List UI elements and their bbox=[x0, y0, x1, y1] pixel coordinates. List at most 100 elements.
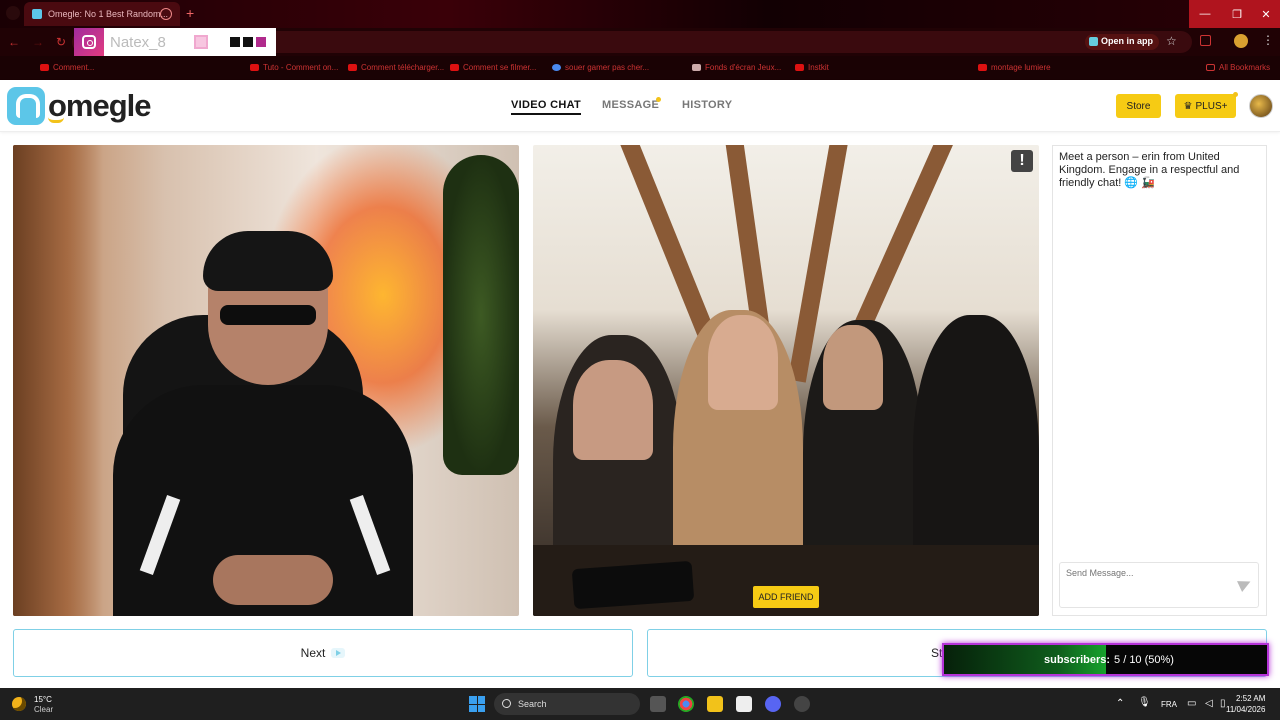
subscriber-goal-overlay: subscribers: 5 / 10 (50%) bbox=[942, 643, 1269, 676]
open-in-app-button[interactable]: Open in app bbox=[1085, 34, 1160, 50]
file-explorer-icon[interactable] bbox=[707, 696, 723, 712]
temperature[interactable]: 15°C bbox=[34, 695, 52, 704]
folder-icon bbox=[1206, 64, 1215, 71]
browser-tab-bar: Omegle: No 1 Best Random... + — ❐ ✕ bbox=[0, 0, 1280, 28]
face bbox=[573, 360, 653, 460]
google-icon bbox=[552, 64, 561, 71]
windows-start-icon[interactable] bbox=[469, 696, 485, 712]
remote-video bbox=[533, 145, 1039, 616]
chat-panel bbox=[1052, 145, 1267, 616]
bookmark-item[interactable]: Comment télécharger... bbox=[348, 63, 444, 72]
bookmark-item[interactable]: montage lumiere bbox=[978, 63, 1051, 72]
menu-icon[interactable]: ⋮ bbox=[1262, 33, 1274, 47]
chrome-icon[interactable] bbox=[678, 696, 694, 712]
plus-notification-dot bbox=[1233, 92, 1238, 97]
youtube-icon bbox=[250, 64, 259, 71]
tab-title: Omegle: No 1 Best Random... bbox=[48, 9, 169, 19]
youtube-icon bbox=[795, 64, 804, 71]
nav-video-chat[interactable]: VIDEO CHAT bbox=[511, 99, 582, 115]
add-friend-button[interactable]: ADD FRIEND bbox=[753, 586, 819, 608]
curtain bbox=[13, 145, 103, 616]
bookmark-item[interactable]: Fonds d'écran Jeux... bbox=[692, 63, 781, 72]
weather-moon-icon[interactable] bbox=[12, 697, 26, 711]
extension-icon[interactable] bbox=[1200, 35, 1211, 46]
instagram-overlay: Natex_8 bbox=[74, 28, 276, 56]
all-bookmarks[interactable]: All Bookmarks bbox=[1206, 63, 1270, 72]
local-video bbox=[13, 145, 519, 616]
overlay-square bbox=[243, 37, 253, 47]
subscriber-label: subscribers: bbox=[1044, 653, 1111, 666]
reload-icon[interactable]: ↻ bbox=[56, 35, 66, 49]
chat-intro-message: Meet a person – erin from United Kingdom… bbox=[1059, 151, 1240, 189]
plus-label: PLUS+ bbox=[1195, 100, 1228, 112]
weather-condition[interactable]: Clear bbox=[34, 705, 53, 714]
battery-icon[interactable]: ▯ bbox=[1220, 698, 1226, 709]
overlay-decoration bbox=[194, 35, 208, 49]
bookmark-item[interactable]: Comment se filmer... bbox=[450, 63, 536, 72]
hands bbox=[213, 555, 333, 605]
streamer bbox=[103, 231, 423, 616]
face bbox=[823, 325, 883, 410]
omegle-logo-icon[interactable] bbox=[7, 87, 45, 125]
face bbox=[708, 315, 778, 410]
next-button[interactable]: Next bbox=[13, 629, 633, 677]
search-label: Search bbox=[518, 699, 547, 709]
bookmarks-bar: Comment... Tuto - Comment on... Comment … bbox=[0, 56, 1280, 80]
network-icon[interactable]: ▭ bbox=[1187, 698, 1196, 709]
language-indicator[interactable]: FRA bbox=[1161, 700, 1177, 709]
next-label: Next bbox=[300, 646, 326, 660]
subscriber-count: 5 / 10 (50%) bbox=[1114, 653, 1174, 666]
nav-message[interactable]: MESSAGE bbox=[602, 99, 659, 111]
hair bbox=[203, 231, 333, 291]
overlay-square bbox=[230, 37, 240, 47]
youtube-icon bbox=[450, 64, 459, 71]
obs-icon[interactable] bbox=[794, 696, 810, 712]
sunglasses bbox=[220, 305, 316, 325]
plant bbox=[443, 155, 519, 475]
tab-close-icon[interactable] bbox=[160, 8, 172, 20]
close-window-button[interactable]: ✕ bbox=[1252, 0, 1280, 28]
bookmark-item[interactable]: Tuto - Comment on... bbox=[250, 63, 338, 72]
minimize-button[interactable]: — bbox=[1189, 0, 1221, 28]
bookmark-item[interactable]: souer gamer pas cher... bbox=[552, 63, 649, 72]
store-app-icon[interactable] bbox=[736, 696, 752, 712]
volume-icon[interactable]: ◁ bbox=[1205, 698, 1213, 709]
windows-taskbar bbox=[0, 688, 1280, 720]
star-icon[interactable]: ☆ bbox=[1166, 34, 1177, 48]
task-view-icon[interactable] bbox=[650, 696, 666, 712]
chevron-up-icon[interactable]: ⌃ bbox=[1116, 698, 1124, 709]
instagram-handle: Natex_8 bbox=[110, 33, 166, 51]
chat-input-box[interactable] bbox=[1059, 562, 1259, 608]
message-notification-dot bbox=[656, 97, 661, 102]
nav-history[interactable]: HISTORY bbox=[682, 99, 732, 111]
microphone-icon[interactable]: 🎙 bbox=[1138, 697, 1151, 708]
youtube-icon bbox=[348, 64, 357, 71]
restore-button[interactable]: ❐ bbox=[1221, 0, 1253, 28]
back-icon[interactable]: ← bbox=[8, 35, 20, 49]
browser-tab[interactable]: Omegle: No 1 Best Random... bbox=[24, 2, 180, 26]
message-input[interactable] bbox=[1066, 568, 1226, 578]
profile-avatar-icon[interactable] bbox=[1234, 34, 1248, 48]
youtube-icon bbox=[40, 64, 49, 71]
instagram-icon bbox=[74, 28, 104, 56]
plus-button[interactable]: ♛ PLUS+ bbox=[1175, 94, 1236, 118]
clock-date[interactable]: 11/04/2026 bbox=[1226, 705, 1265, 714]
phone bbox=[571, 560, 695, 610]
bookmark-item[interactable]: Instkit bbox=[795, 63, 829, 72]
new-tab-icon[interactable]: + bbox=[186, 6, 194, 20]
clock-time[interactable]: 2:52 AM bbox=[1236, 694, 1265, 703]
report-button[interactable]: ! bbox=[1011, 150, 1033, 172]
youtube-icon bbox=[978, 64, 987, 71]
profile-icon[interactable] bbox=[6, 6, 20, 20]
forward-icon[interactable]: → bbox=[32, 35, 44, 49]
next-arrow-icon bbox=[331, 648, 346, 658]
site-icon bbox=[692, 64, 701, 71]
store-button[interactable]: Store bbox=[1116, 94, 1161, 118]
overlay-square bbox=[256, 37, 266, 47]
bookmark-item[interactable]: Comment... bbox=[40, 63, 94, 72]
discord-icon[interactable] bbox=[765, 696, 781, 712]
taskbar-search[interactable]: Search bbox=[494, 693, 640, 715]
crown-icon: ♛ bbox=[1183, 100, 1193, 112]
user-avatar[interactable] bbox=[1249, 94, 1273, 118]
favicon-icon bbox=[32, 9, 42, 19]
